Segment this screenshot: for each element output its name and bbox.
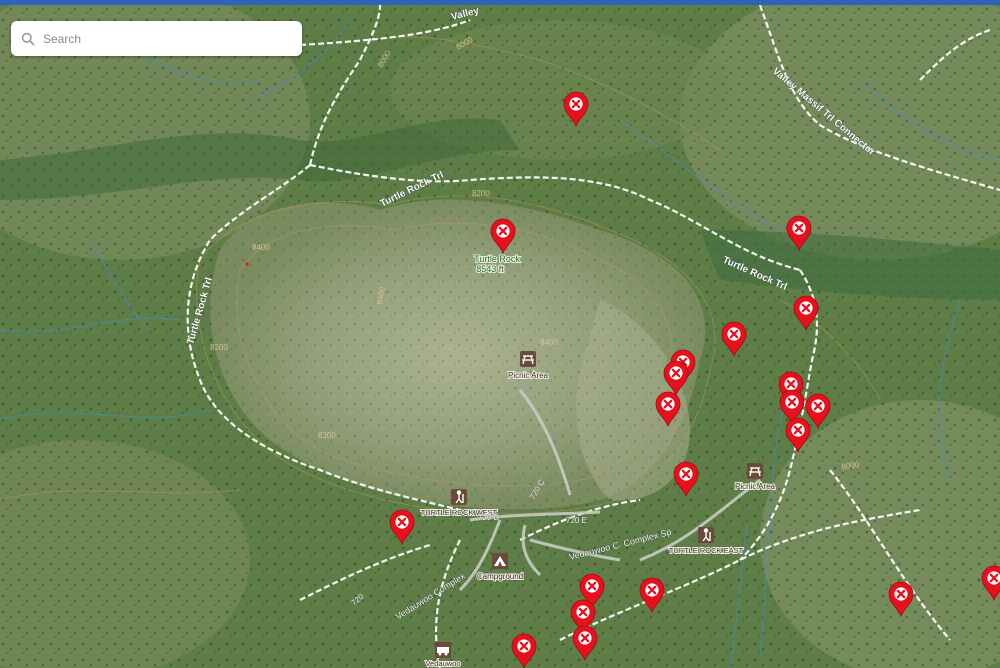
poi-label-trailhead-east: TURTLE ROCK EAST bbox=[669, 546, 744, 555]
contour-label: 8200 bbox=[210, 343, 228, 352]
road-label-720e: 720 E bbox=[566, 516, 587, 525]
contour-label: 8200 bbox=[472, 189, 490, 198]
poi-label-rv: Vedauwoo bbox=[425, 659, 460, 668]
poi-label-picnic-1: Picnic Area bbox=[508, 371, 549, 380]
poi-picnic-area-2[interactable] bbox=[747, 463, 763, 479]
map-view[interactable]: Valley Valley Massif Trl Connector Turtl… bbox=[0, 5, 1000, 668]
search-icon bbox=[21, 32, 35, 45]
peak-elevation: 8543 ft bbox=[476, 264, 504, 274]
contour-label: 8400 bbox=[540, 338, 558, 347]
peak-name: Turtle Rock bbox=[474, 254, 520, 264]
road-label-720d: 720 D bbox=[478, 513, 500, 522]
poi-trailhead-east[interactable] bbox=[698, 527, 714, 543]
poi-picnic-area-1[interactable] bbox=[520, 351, 536, 367]
contour-label: 8200 bbox=[318, 431, 336, 440]
poi-trailhead-west[interactable] bbox=[451, 489, 467, 505]
poi-label-campground: Campground bbox=[477, 572, 523, 581]
poi-label-picnic-2: Picnic Area bbox=[735, 482, 776, 491]
contour-label: 8400 bbox=[252, 243, 270, 252]
poi-campground[interactable] bbox=[492, 553, 508, 569]
poi-rv[interactable] bbox=[435, 642, 451, 658]
search-input[interactable] bbox=[41, 30, 285, 47]
search-box[interactable] bbox=[11, 21, 302, 56]
